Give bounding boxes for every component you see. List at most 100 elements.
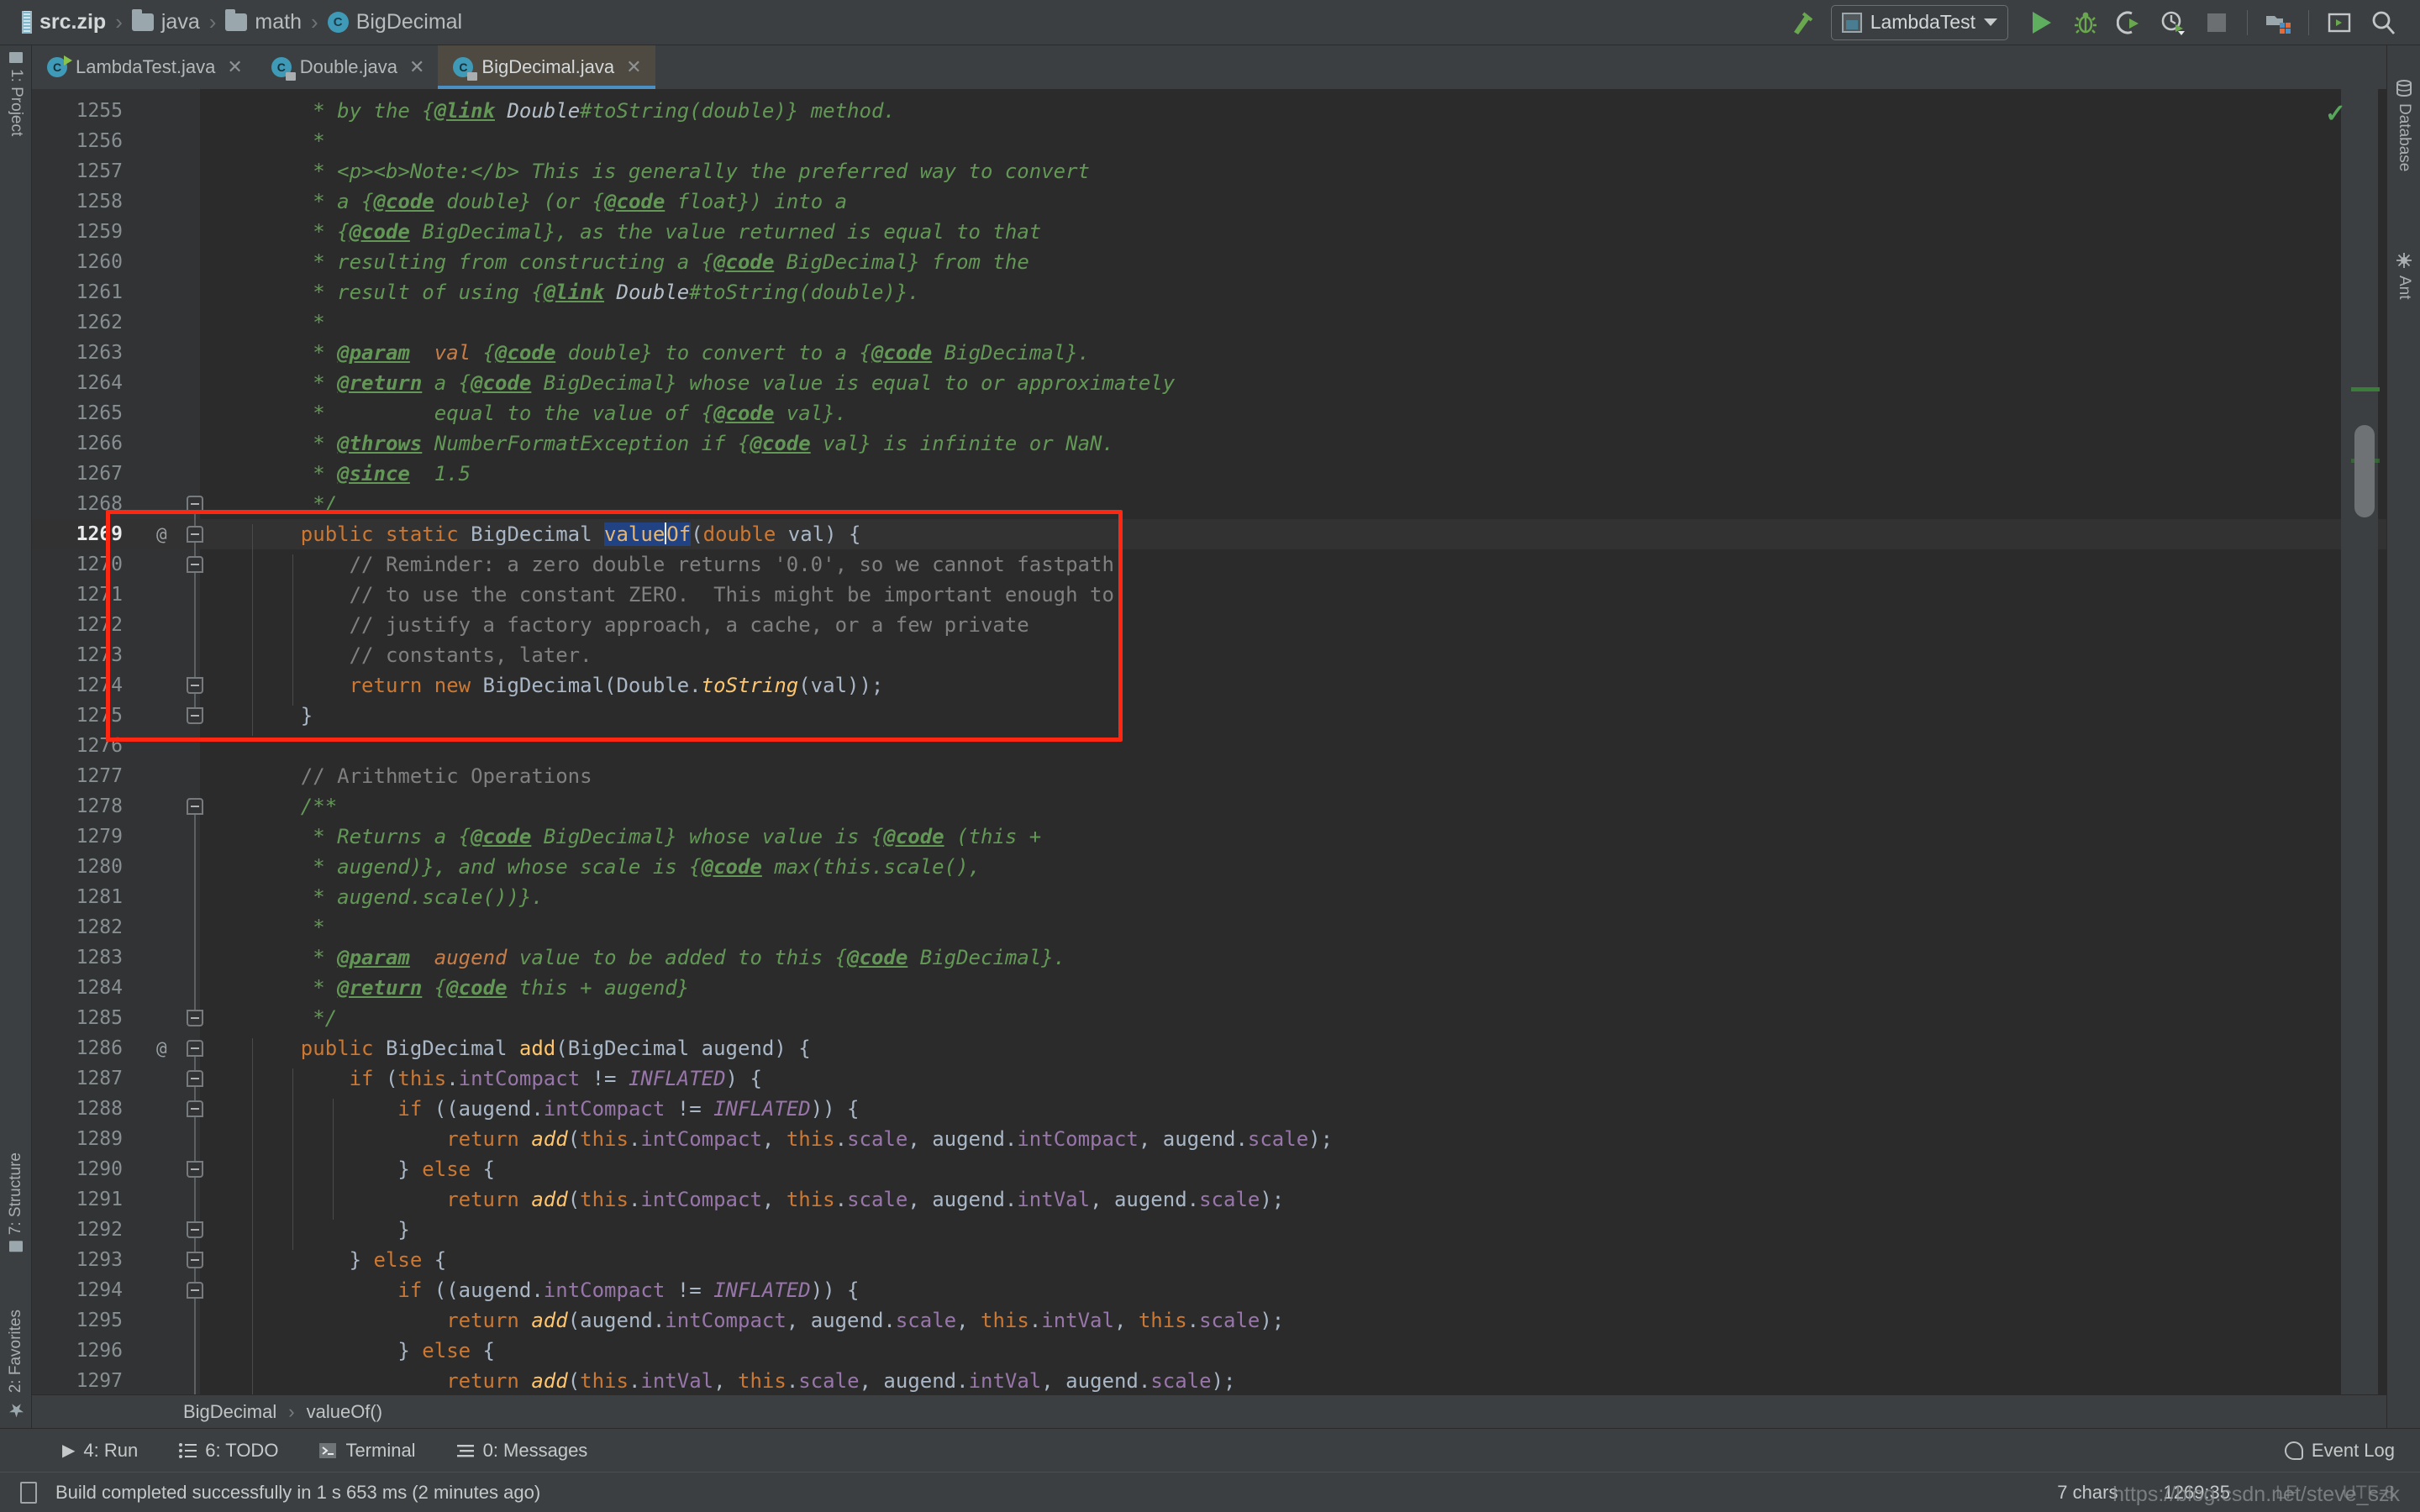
code-line[interactable]: * a {@code double} (or {@code float}) in… bbox=[200, 186, 847, 217]
tool-window-messages[interactable]: 0: Messages bbox=[436, 1440, 608, 1462]
profiler-button[interactable] bbox=[2151, 3, 2195, 42]
code-line[interactable]: public BigDecimal add(BigDecimal augend)… bbox=[200, 1033, 811, 1063]
code-line[interactable]: * resulting from constructing a {@code B… bbox=[200, 247, 1029, 277]
code-line[interactable]: * result of using {@link Double#toString… bbox=[200, 277, 920, 307]
close-icon[interactable]: ✕ bbox=[626, 56, 641, 78]
code-line[interactable]: } bbox=[200, 701, 313, 731]
code-line[interactable]: * @param augend value to be added to thi… bbox=[200, 942, 1065, 973]
code-line[interactable]: * bbox=[200, 912, 325, 942]
class-icon: C bbox=[328, 12, 349, 33]
code-line[interactable]: */ bbox=[200, 1003, 337, 1033]
editor-tab-double[interactable]: C Double.java ✕ bbox=[256, 45, 439, 89]
sidebar-item-favorites[interactable]: ★ 2: Favorites bbox=[0, 1310, 32, 1420]
code-line[interactable]: * @throws NumberFormatException if {@cod… bbox=[200, 428, 1114, 459]
sidebar-item-project[interactable]: 1: Project bbox=[0, 52, 32, 136]
sidebar-item-structure[interactable]: 7: Structure bbox=[0, 1152, 32, 1252]
code-line[interactable]: // Reminder: a zero double returns '0.0'… bbox=[200, 549, 1114, 580]
code-line[interactable]: return add(this.intVal, this.scale, auge… bbox=[200, 1366, 1235, 1394]
editor-breadcrumb-method[interactable]: valueOf() bbox=[307, 1401, 382, 1423]
code-line[interactable]: } bbox=[200, 1215, 410, 1245]
code-line[interactable]: * augend.scale())}. bbox=[200, 882, 544, 912]
editor-breadcrumb-class[interactable]: BigDecimal bbox=[183, 1401, 276, 1423]
code-line[interactable]: // to use the constant ZERO. This might … bbox=[200, 580, 1114, 610]
line-number: 1276 bbox=[32, 731, 123, 761]
stripe-marker[interactable] bbox=[2351, 387, 2380, 391]
code-line[interactable]: } else { bbox=[200, 1336, 495, 1366]
line-number: 1292 bbox=[32, 1215, 123, 1245]
code-line[interactable]: * @param val {@code double} to convert t… bbox=[200, 338, 1090, 368]
search-everywhere-button[interactable] bbox=[2361, 3, 2405, 42]
override-marker-icon[interactable]: @ bbox=[156, 1033, 167, 1063]
code-line[interactable]: // constants, later. bbox=[200, 640, 592, 670]
code-line[interactable]: // justify a factory approach, a cache, … bbox=[200, 610, 1029, 640]
editor-tab-lambdatest[interactable]: C LambdaTest.java ✕ bbox=[32, 45, 256, 89]
close-icon[interactable]: ✕ bbox=[227, 56, 242, 78]
line-number: 1259 bbox=[32, 217, 123, 247]
code-line[interactable]: * equal to the value of {@code val}. bbox=[200, 398, 847, 428]
run-button[interactable] bbox=[2020, 3, 2064, 42]
vertical-scrollbar-thumb[interactable] bbox=[2354, 425, 2375, 517]
sidebar-item-ant[interactable]: Ant bbox=[2387, 251, 2420, 300]
code-line[interactable] bbox=[200, 731, 252, 761]
fold-minus-icon bbox=[191, 564, 199, 565]
code-text-area[interactable]: * by the {@link Double#toString(double)}… bbox=[200, 89, 2386, 1394]
indent-guide bbox=[292, 554, 293, 706]
code-line[interactable]: * augend)}, and whose scale is {@code ma… bbox=[200, 852, 981, 882]
run-configuration-selector[interactable]: LambdaTest bbox=[1831, 5, 2008, 40]
project-structure-button[interactable] bbox=[2256, 3, 2300, 42]
line-number: 1274 bbox=[32, 670, 123, 701]
debug-button[interactable] bbox=[2064, 3, 2107, 42]
main-toolbar: src.zip › java › math › C BigDecimal bbox=[0, 0, 2420, 45]
editor-tab-bigdecimal[interactable]: C BigDecimal.java ✕ bbox=[438, 45, 655, 89]
code-line[interactable]: return new BigDecimal(Double.toString(va… bbox=[200, 670, 883, 701]
code-line[interactable]: * Returns a {@code BigDecimal} whose val… bbox=[200, 822, 1041, 852]
code-line[interactable]: return add(augend.intCompact, augend.sca… bbox=[200, 1305, 1284, 1336]
code-line[interactable]: * <p><b>Note:</b> This is generally the … bbox=[200, 156, 1090, 186]
code-line[interactable]: if (this.intCompact != INFLATED) { bbox=[200, 1063, 762, 1094]
tool-window-terminal[interactable]: Terminal bbox=[298, 1440, 435, 1462]
inspection-ok-icon[interactable]: ✓ bbox=[2325, 99, 2346, 129]
code-line[interactable]: } else { bbox=[200, 1154, 495, 1184]
code-line[interactable]: return add(this.intCompact, this.scale, … bbox=[200, 1184, 1284, 1215]
code-line[interactable]: * bbox=[200, 307, 325, 338]
build-button[interactable] bbox=[1781, 3, 1824, 42]
code-line[interactable]: if ((augend.intCompact != INFLATED)) { bbox=[200, 1094, 859, 1124]
code-line[interactable]: * @return {@code this + augend} bbox=[200, 973, 689, 1003]
stop-button[interactable] bbox=[2195, 3, 2238, 42]
code-editor[interactable]: 1255125612571258125912601261126212631264… bbox=[32, 89, 2386, 1394]
code-line[interactable]: * @return a {@code BigDecimal} whose val… bbox=[200, 368, 1175, 398]
tool-window-run[interactable]: ▶ 4: Run bbox=[42, 1440, 158, 1462]
code-line[interactable]: * by the {@link Double#toString(double)}… bbox=[200, 96, 896, 126]
fold-minus-icon bbox=[191, 1168, 199, 1170]
code-line[interactable]: } else { bbox=[200, 1245, 446, 1275]
line-number: 1296 bbox=[32, 1336, 123, 1366]
status-caret-position[interactable]: 1269:35 bbox=[2163, 1482, 2230, 1504]
breadcrumb-item-bigdecimal[interactable]: C BigDecimal bbox=[328, 10, 462, 34]
line-number: 1272 bbox=[32, 610, 123, 640]
error-stripe[interactable] bbox=[2341, 89, 2378, 1394]
override-marker-icon[interactable]: @ bbox=[156, 519, 167, 549]
status-line-separator[interactable]: LF bbox=[2275, 1482, 2297, 1504]
code-line[interactable]: /** bbox=[200, 791, 337, 822]
code-line[interactable]: // Arithmetic Operations bbox=[200, 761, 592, 791]
tool-window-todo[interactable]: 6: TODO bbox=[158, 1440, 298, 1462]
status-encoding[interactable]: UTF-8 bbox=[2343, 1482, 2395, 1504]
breadcrumb-item-java[interactable]: java bbox=[132, 10, 200, 34]
code-line[interactable]: * bbox=[200, 126, 325, 156]
sidebar-item-database[interactable]: Database bbox=[2387, 79, 2420, 171]
close-icon[interactable]: ✕ bbox=[409, 56, 424, 78]
event-log-button[interactable]: Event Log bbox=[2285, 1440, 2420, 1462]
code-line[interactable]: * {@code BigDecimal}, as the value retur… bbox=[200, 217, 1041, 247]
code-line[interactable]: return add(this.intCompact, this.scale, … bbox=[200, 1124, 1333, 1154]
code-line[interactable]: */ bbox=[200, 489, 337, 519]
breadcrumb-item-src-zip[interactable]: src.zip bbox=[22, 10, 106, 34]
code-line[interactable]: * @since 1.5 bbox=[200, 459, 471, 489]
code-line[interactable]: public static BigDecimal valueOf(double … bbox=[200, 519, 861, 549]
java-class-readonly-icon: C bbox=[453, 57, 473, 77]
breadcrumb-item-math[interactable]: math bbox=[225, 10, 302, 34]
project-icon bbox=[9, 52, 23, 63]
code-line[interactable]: if ((augend.intCompact != INFLATED)) { bbox=[200, 1275, 859, 1305]
terminal-button[interactable] bbox=[2317, 3, 2361, 42]
line-number: 1277 bbox=[32, 761, 123, 791]
run-with-coverage-button[interactable] bbox=[2107, 3, 2151, 42]
